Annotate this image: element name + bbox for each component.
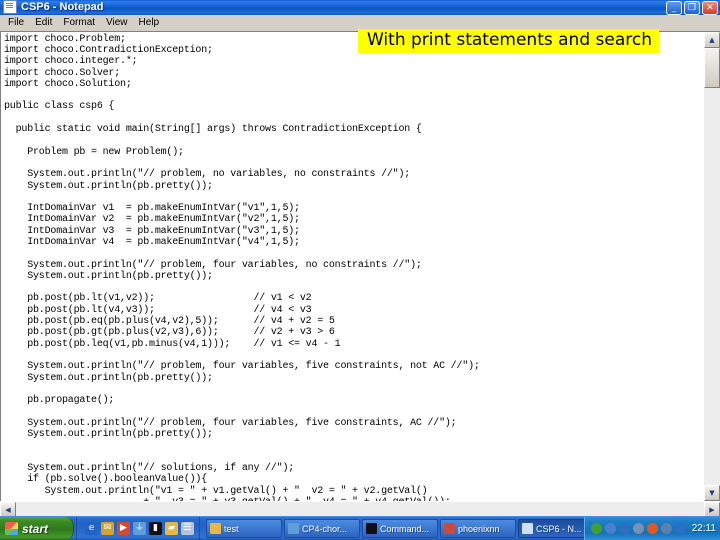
- taskbar-item[interactable]: test: [206, 519, 282, 538]
- vertical-scroll-track[interactable]: [704, 47, 720, 485]
- taskbar-item[interactable]: phoenixnn: [440, 519, 516, 538]
- windows-logo-icon: [5, 522, 18, 535]
- task-buttons: test CP4-chor... Command... phoenixnn CSP6 -…: [199, 517, 584, 540]
- outlook-express-icon[interactable]: ✉: [101, 522, 114, 535]
- annotation-banner: With print statements and search: [358, 29, 659, 53]
- clock[interactable]: 22:11: [692, 523, 716, 534]
- taskbar-item-label: Command...: [380, 523, 430, 534]
- internet-explorer-icon[interactable]: e: [85, 522, 98, 535]
- close-button[interactable]: ✕: [702, 1, 718, 15]
- volume-icon[interactable]: [618, 523, 630, 534]
- taskbar-item[interactable]: Command...: [362, 519, 438, 538]
- printer-icon[interactable]: [674, 523, 686, 534]
- show-desktop-icon[interactable]: ⏚: [133, 522, 146, 535]
- taskbar-item-label: CSP6 - N...: [536, 523, 582, 534]
- folder-icon[interactable]: ▰: [165, 522, 178, 535]
- menu-format[interactable]: Format: [58, 15, 101, 30]
- network-icon[interactable]: [604, 523, 616, 534]
- taskbar-item-label: phoenixnn: [458, 523, 500, 534]
- window-controls: _ ❐ ✕: [666, 1, 718, 15]
- system-tray: 22:11: [583, 517, 720, 540]
- vertical-scroll-thumb[interactable]: [704, 47, 720, 88]
- notepad-icon: [3, 0, 17, 15]
- taskbar-item[interactable]: CSP6 - N...: [518, 519, 584, 538]
- taskbar-item-icon: [522, 523, 533, 534]
- scroll-up-icon[interactable]: ▲: [704, 31, 720, 48]
- taskbar-item-icon: [210, 523, 221, 534]
- horizontal-scroll-track[interactable]: [16, 502, 704, 517]
- vertical-scrollbar[interactable]: ▲ ▼: [703, 31, 720, 501]
- screen: CSP6 - Notepad _ ❐ ✕ File Edit Format Vi…: [0, 0, 720, 540]
- shield-icon[interactable]: [590, 523, 602, 534]
- start-button[interactable]: start: [0, 517, 74, 540]
- scroll-right-icon[interactable]: ▶: [704, 502, 720, 517]
- taskbar-item-icon: [366, 523, 377, 534]
- window-title: CSP6 - Notepad: [21, 1, 104, 14]
- taskbar: start e ✉ ▶ ⏚ ▮ ▰ ☰ test CP4-chor... Command... p…: [0, 516, 720, 540]
- quick-launch-bar: e ✉ ▶ ⏚ ▮ ▰ ☰: [76, 517, 199, 540]
- command-prompt-icon[interactable]: ▮: [149, 522, 162, 535]
- taskbar-item-label: CP4-chor...: [302, 523, 348, 534]
- scroll-left-icon[interactable]: ◀: [0, 502, 16, 517]
- menu-edit[interactable]: Edit: [30, 15, 58, 30]
- taskbar-item-icon: [444, 523, 455, 534]
- media-player-icon[interactable]: ▶: [117, 522, 130, 535]
- taskbar-item-icon: [288, 523, 299, 534]
- editor-client-area: import choco.Problem; import choco.Contr…: [0, 30, 720, 501]
- window-titlebar[interactable]: CSP6 - Notepad _ ❐ ✕: [0, 0, 720, 15]
- display-icon[interactable]: [632, 523, 644, 534]
- scroll-down-icon[interactable]: ▼: [704, 485, 720, 501]
- menu-help[interactable]: Help: [134, 15, 166, 30]
- notepad-window: CSP6 - Notepad _ ❐ ✕ File Edit Format Vi…: [0, 0, 720, 517]
- maximize-button[interactable]: ❐: [684, 1, 700, 15]
- minimize-button[interactable]: _: [666, 1, 682, 15]
- start-label: start: [22, 521, 49, 536]
- taskbar-item-label: test: [224, 523, 239, 534]
- taskbar-item[interactable]: CP4-chor...: [284, 519, 360, 538]
- antivirus-icon[interactable]: [646, 523, 658, 534]
- text-editor[interactable]: import choco.Problem; import choco.Contr…: [1, 31, 703, 501]
- document-icon[interactable]: ☰: [181, 522, 194, 535]
- menu-view[interactable]: View: [101, 15, 134, 30]
- menu-file[interactable]: File: [3, 15, 30, 30]
- horizontal-scrollbar[interactable]: ◀ ▶: [0, 501, 720, 517]
- tool-icon[interactable]: [660, 523, 672, 534]
- editor-content: import choco.Problem; import choco.Contr…: [4, 33, 480, 501]
